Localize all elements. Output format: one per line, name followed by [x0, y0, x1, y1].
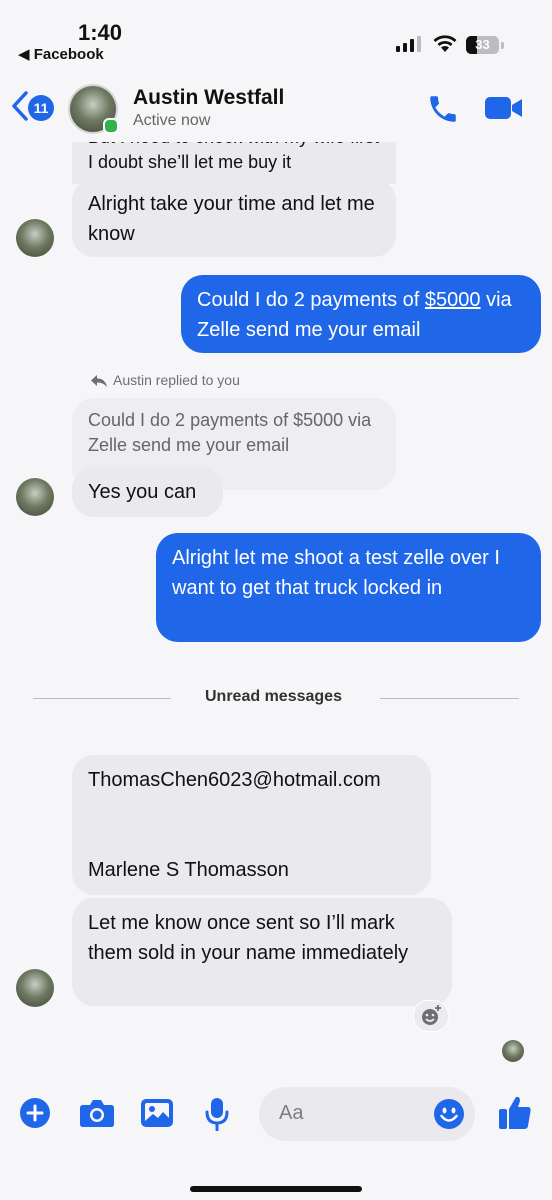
sender-avatar[interactable]	[16, 969, 54, 1007]
seen-receipt-avatar	[502, 1040, 524, 1062]
conversation-header: 11 Austin Westfall Active now	[0, 72, 552, 142]
message-text: Alright take your time and let me know	[88, 193, 375, 245]
battery-level: 33	[475, 37, 490, 52]
emoji-icon[interactable]	[433, 1098, 465, 1130]
message-text: Alright let me shoot a test zelle over I…	[172, 547, 500, 599]
message-text: Yes you can	[88, 481, 197, 503]
online-indicator	[103, 118, 119, 134]
photo-gallery-icon[interactable]	[140, 1097, 174, 1129]
wifi-icon	[433, 35, 457, 52]
battery-indicator: 33	[466, 36, 504, 54]
reply-arrow-icon	[91, 375, 107, 387]
message-bubble-incoming[interactable]: Alright take your time and let me know	[72, 179, 396, 257]
message-text-prefix: Could I do 2 payments of	[197, 289, 425, 311]
divider-right	[380, 698, 519, 699]
status-time: 1:40	[78, 20, 123, 45]
message-input-placeholder: Aa	[279, 1102, 304, 1124]
message-bubble-incoming[interactable]: Let me know once sent so I’ll mark them …	[72, 898, 452, 1006]
camera-icon[interactable]	[79, 1097, 115, 1129]
status-bar: 1:40 ◀ Facebook 33	[0, 0, 552, 70]
home-indicator[interactable]	[190, 1186, 362, 1192]
sender-avatar[interactable]	[16, 219, 54, 257]
email-text: ThomasChen6023@hotmail.com	[88, 769, 381, 791]
video-call-icon[interactable]	[484, 94, 524, 122]
like-thumb-icon[interactable]	[498, 1095, 532, 1131]
message-bubble-incoming[interactable]: ThomasChen6023@hotmail.com Marlene S Tho…	[72, 755, 431, 895]
recipient-name-text: Marlene S Thomasson	[88, 859, 289, 881]
back-button[interactable]: 11	[10, 90, 56, 122]
back-to-app-link[interactable]: ◀ Facebook	[18, 45, 104, 63]
message-bubble-outgoing[interactable]: Could I do 2 payments of $5000 via Zelle…	[181, 275, 541, 353]
amount-link[interactable]: $5000	[425, 289, 481, 311]
contact-name[interactable]: Austin Westfall	[133, 86, 284, 110]
message-input[interactable]: Aa	[259, 1087, 475, 1141]
plus-icon[interactable]	[19, 1097, 51, 1129]
emoji-plus-icon	[422, 1005, 441, 1025]
phone-call-icon[interactable]	[426, 92, 460, 126]
sender-avatar[interactable]	[16, 478, 54, 516]
quoted-text: Could I do 2 payments of $5000 via Zelle…	[88, 410, 372, 455]
message-bubble-incoming[interactable]: Yes you can	[72, 467, 223, 517]
contact-active-status: Active now	[133, 112, 211, 129]
message-text: Let me know once sent so I’ll mark them …	[88, 912, 409, 964]
microphone-icon[interactable]	[204, 1097, 230, 1131]
reply-indicator: Austin replied to you	[113, 372, 240, 388]
signal-icon	[396, 36, 421, 52]
unread-messages-label: Unread messages	[205, 688, 342, 705]
add-reaction-button[interactable]	[413, 1000, 449, 1032]
message-composer: Aa	[0, 1080, 552, 1150]
divider-left	[33, 698, 171, 699]
unread-count-badge: 11	[28, 95, 54, 121]
message-bubble-outgoing[interactable]: Alright let me shoot a test zelle over I…	[156, 533, 541, 642]
